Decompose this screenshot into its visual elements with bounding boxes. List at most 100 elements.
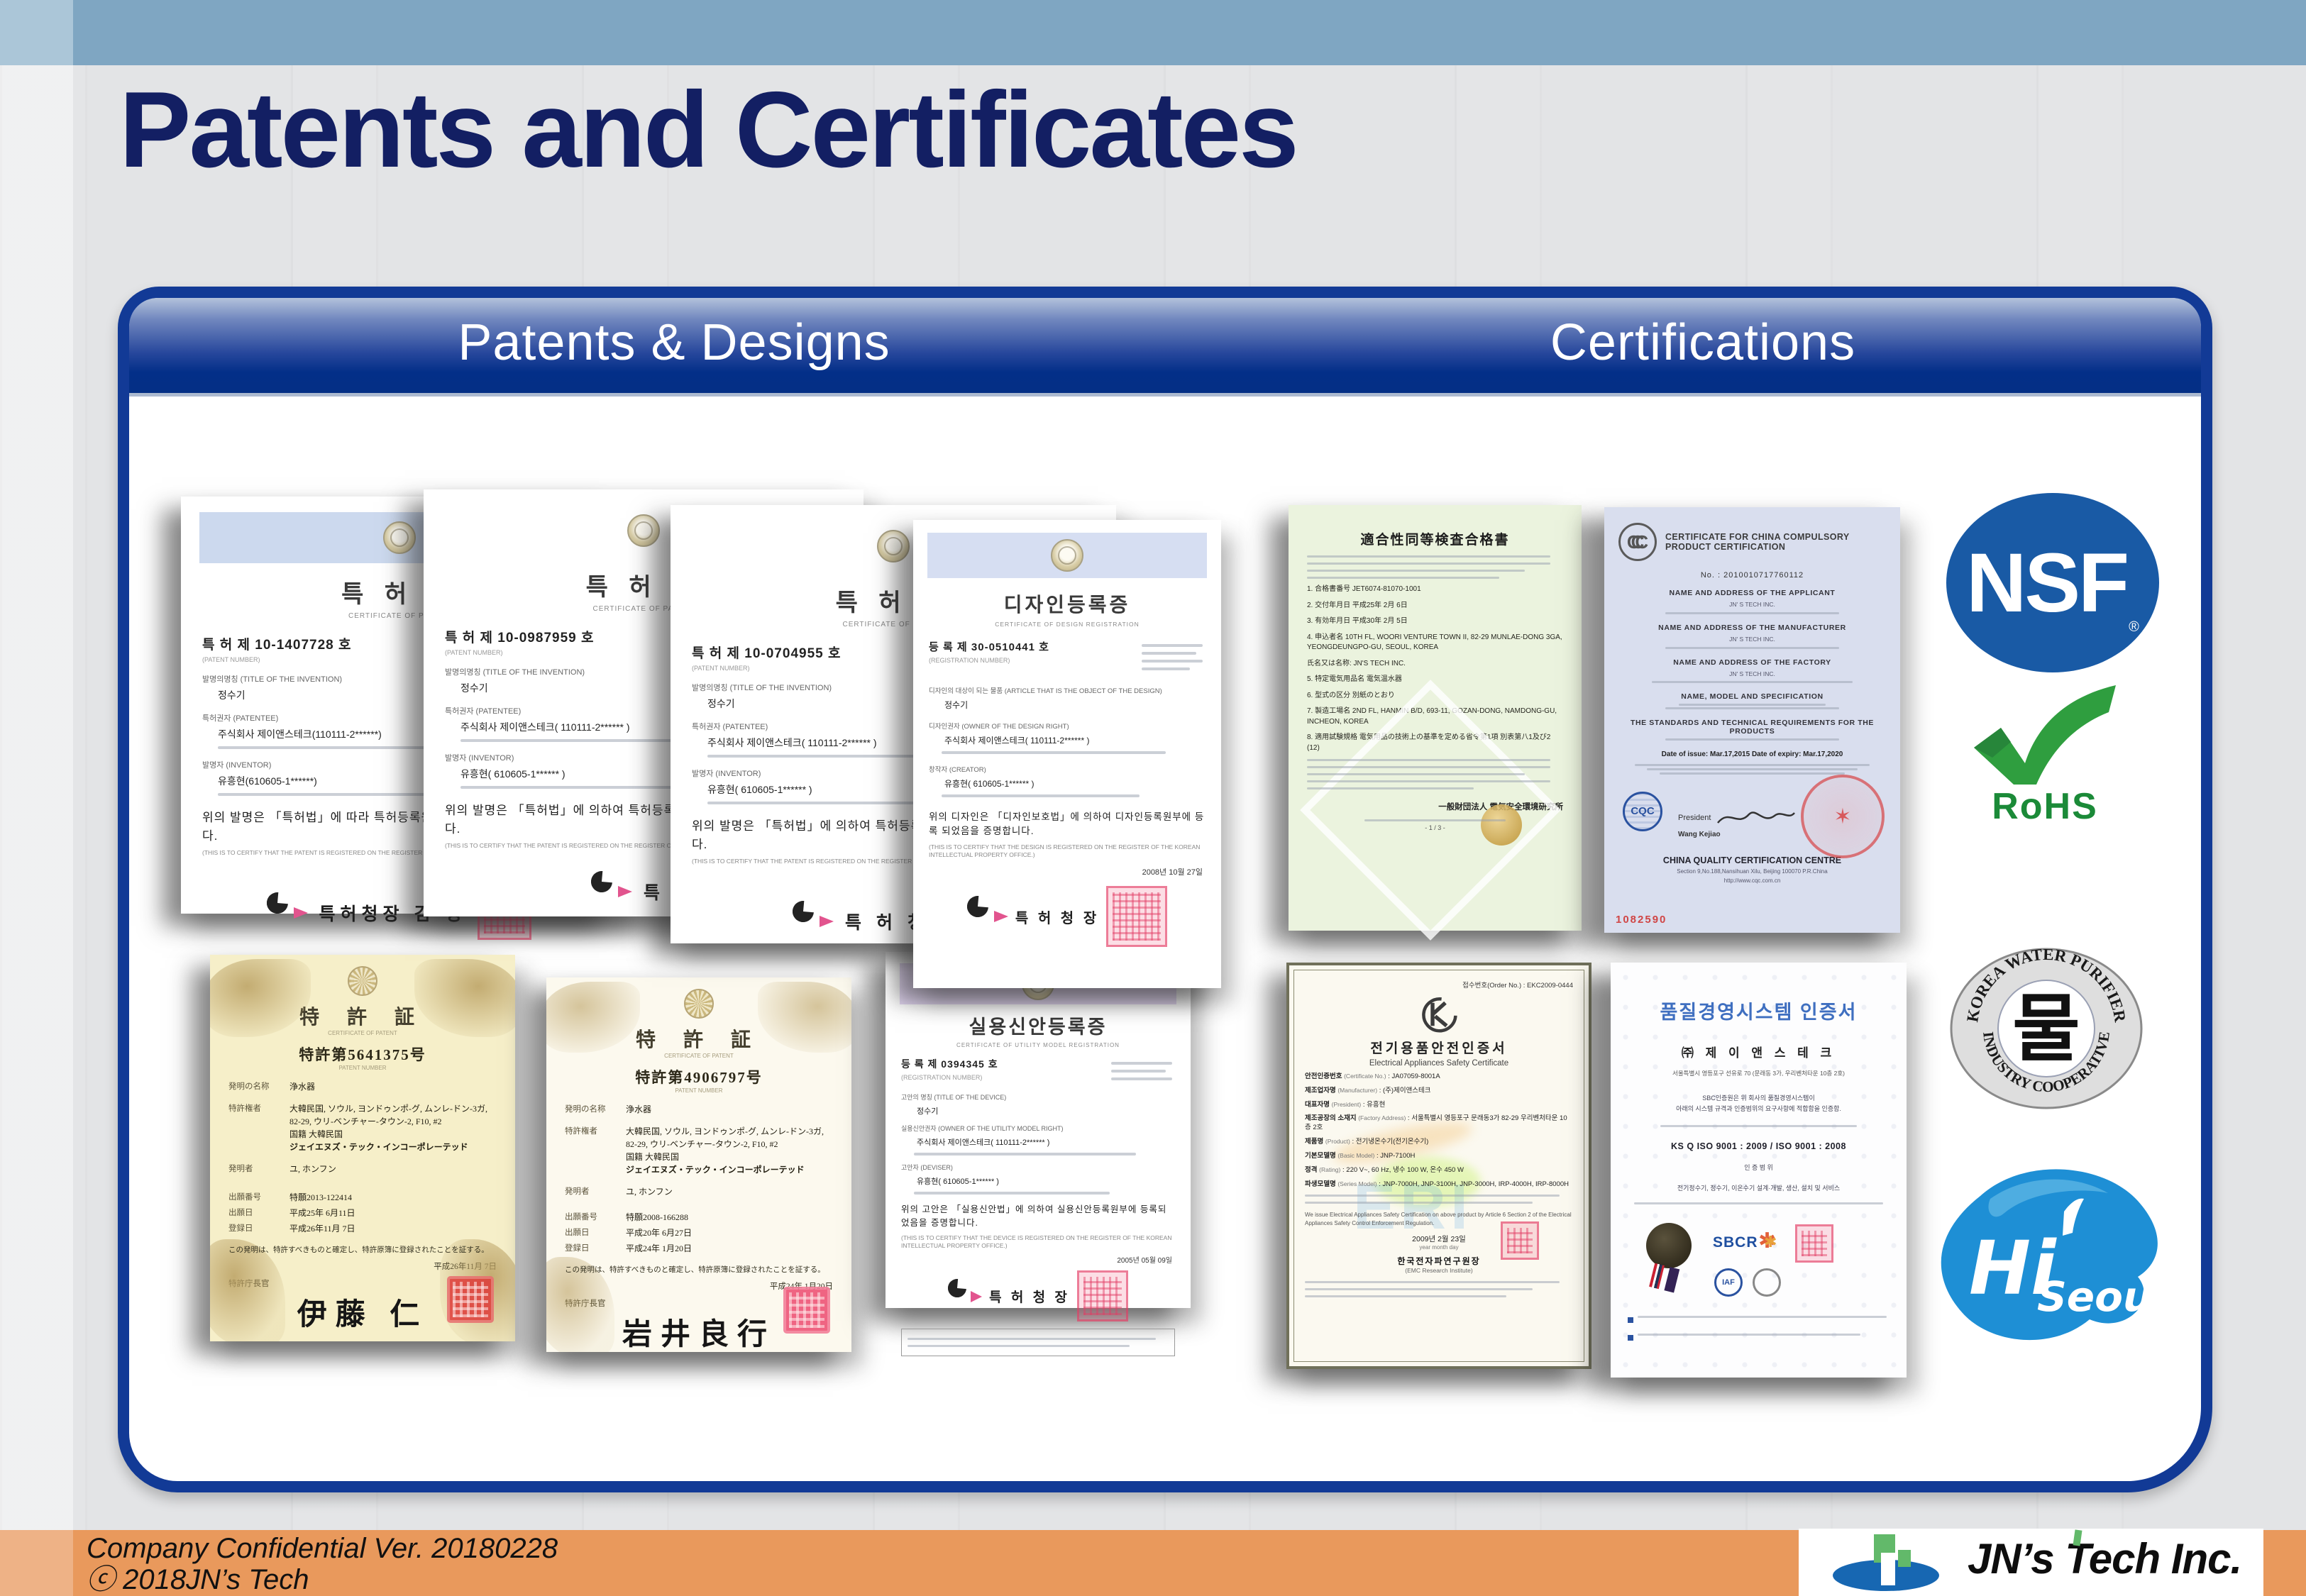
president-signature-icon — [1714, 806, 1799, 830]
accreditation-marks: SBCR ✱✱ IAF — [1628, 1223, 1890, 1308]
footnote-box — [901, 1329, 1175, 1356]
redacted-text-block — [1618, 738, 1886, 741]
footnote — [1628, 1311, 1890, 1326]
rohs-logo-text: RoHS — [1964, 785, 2126, 828]
footnote — [1628, 1329, 1890, 1343]
section-model: NAME, MODEL AND SPECIFICATION — [1618, 692, 1886, 701]
certificate-ccc-china: CCC CERTIFICATE FOR CHINA COMPULSORY PRO… — [1604, 507, 1900, 933]
field-patentee: 特許権者 大韓民国, ソウル, ヨンドゥンポ-グ, ムンレ-ドン-3ガ, 82-… — [228, 1102, 497, 1153]
confidential-note: Company Confidential Ver. 20180228 ⓒ 201… — [87, 1533, 558, 1595]
issuer-name: 특 허 청 장 — [989, 1287, 1070, 1306]
redacted-text-block — [1111, 1057, 1175, 1085]
cert-statement-en: (THIS IS TO CERTIFY THAT THE DEVICE IS R… — [886, 1234, 1191, 1251]
official-seal-icon — [1106, 886, 1167, 947]
issuer-name-en: (EMC Research Institute) — [1305, 1267, 1573, 1274]
redacted-text-block — [929, 751, 1206, 754]
cert-number: No. : 2010010717760112 — [1618, 571, 1886, 580]
standard-reference: KS Q ISO 9001 : 2009 / ISO 9001 : 2008 — [1628, 1141, 1890, 1151]
confidential-line: Company Confidential Ver. 20180228 — [87, 1533, 558, 1564]
certificate-kc-electrical-safety: ERI 접수번호(Order No.) : EKC2009-0444 전기용품안… — [1286, 963, 1591, 1369]
medal-icon — [1646, 1223, 1692, 1268]
field-president: 대표자명 (President) : 유흥현 — [1305, 1101, 1573, 1110]
official-seal-icon — [447, 1276, 494, 1323]
cert-number: 特許第4906797号 — [565, 1066, 833, 1087]
cert-number-label: PATENT NUMBER — [228, 1065, 497, 1071]
issuer-name: 특 허 청 장 — [1015, 907, 1099, 927]
cert-statement-en: (THIS IS TO CERTIFY THAT THE DESIGN IS R… — [913, 843, 1221, 860]
field-creator: 창작자 (CREATOR)유흥현( 610605-1****** ) — [913, 764, 1221, 797]
copyright-line: ⓒ 2018JN’s Tech — [87, 1564, 558, 1595]
jet-item-applicant-name: 氏名又は名称: JN'S TECH INC. — [1307, 659, 1563, 670]
chrysanthemum-emblem-icon — [348, 966, 377, 996]
field-deviser: 고안자 (DEVISER)유흥현( 610605-1****** ) — [886, 1163, 1191, 1195]
company-address: 서울특별시 영등포구 선유로 70 (문래동 3가, 우리벤처타운 10층 2호… — [1628, 1069, 1890, 1077]
redacted-text-block — [1618, 704, 1886, 709]
footer-corner-block — [0, 1530, 73, 1596]
cert-title: CERTIFICATE FOR CHINA COMPULSORY PRODUCT… — [1665, 532, 1886, 552]
section-manufacturer: NAME AND ADDRESS OF THE MANUFACTURER — [1618, 624, 1886, 632]
section-factory: NAME AND ADDRESS OF THE FACTORY — [1618, 658, 1886, 667]
field-application: 出願番号特願2013-122414 — [228, 1191, 497, 1204]
official-seal-icon — [1795, 1224, 1833, 1263]
cert-number-row: 등 록 제 30-0510441 호(REGISTRATION NUMBER) — [913, 639, 1221, 675]
national-emblem-icon — [383, 521, 416, 554]
kipo-logo-icon — [591, 871, 632, 912]
top-accent-band — [0, 0, 2306, 65]
cert-number: 특 허 제 10-0987959 호(PATENT NUMBER) — [445, 627, 594, 656]
official-seal-icon — [1077, 1270, 1128, 1321]
iaf-mark-icon: IAF — [1714, 1268, 1743, 1297]
cert-title: 디자인등록증 — [913, 589, 1221, 618]
field-title-of-invention: 発明の名称浄水器 — [228, 1080, 497, 1093]
field-registration-date: 登録日平成24年 1月20日 — [565, 1242, 833, 1255]
cert-number-row: 등 록 제 0394345 호(REGISTRATION NUMBER) — [886, 1057, 1191, 1085]
field-inventor: 発明者ユ, ホンフン — [565, 1185, 833, 1198]
cert-date: 2008년 10월 27일 — [913, 866, 1221, 877]
kc-mark-icon — [1420, 995, 1458, 1033]
cert-statement: SBC인증원은 위 회사의 품질경영시스템이아래의 시스템 규격과 인증범위의 … — [1628, 1093, 1890, 1115]
cert-number: 특 허 제 10-0704955 호(PATENT NUMBER) — [692, 643, 841, 672]
field-application: 出願番号特願2008-166288 — [565, 1211, 833, 1224]
guilloche-band — [927, 533, 1207, 578]
field-series-model: 파생모델명 (Series Model) : JNP-7000H, JNP-31… — [1305, 1180, 1573, 1190]
jet-item-expiry-date: 3. 有効年月日 平成30年 2月 5日 — [1307, 616, 1563, 627]
field-rating: 정격 (Rating) : 220 V~, 60 Hz, 냉수 100 W, 온… — [1305, 1166, 1573, 1175]
certificate-iso-9001: 품질경영시스템 인증서 ㈜ 제 이 앤 스 테 크 서울특별시 영등포구 선유로… — [1611, 963, 1907, 1378]
cert-title: 품질경영시스템 인증서 — [1628, 997, 1890, 1024]
section-label-certifications: Certifications — [1419, 314, 1987, 372]
hi-seoul-logo: Hi Seoul — [1925, 1162, 2170, 1357]
field-registration-date: 登録日平成26年11月 7日 — [228, 1222, 497, 1235]
field-utility-owner: 실용신안권자 (OWNER OF THE UTILITY MODEL RIGHT… — [886, 1124, 1191, 1156]
kipo-logo-icon — [948, 1279, 982, 1313]
certificate-jp-patent-5641375: 特 許 証 CERTIFICATE OF PATENT 特許第5641375号 … — [210, 955, 515, 1341]
certificate-jp-conformity-jet: 適合性同等検査合格書 1. 合格書番号 JET6074-81070-1001 2… — [1289, 505, 1582, 931]
certificate-kr-utility-0394345: 실용신안등록증 CERTIFICATE OF UTILITY MODEL REG… — [886, 952, 1191, 1308]
jet-item-number: 1. 合格書番号 JET6074-81070-1001 — [1307, 584, 1563, 595]
issuer-row: 특 허 청 장 — [913, 886, 1221, 947]
svg-text:Seoul: Seoul — [2037, 1273, 2167, 1321]
national-emblem-icon — [627, 514, 660, 547]
certificate-jp-patent-4906797: 特 許 証 CERTIFICATE OF PATENT 特許第4906797号 … — [546, 977, 851, 1352]
kipo-logo-icon — [967, 896, 1008, 937]
cert-title: 전기용품안전인증서 — [1305, 1038, 1573, 1057]
scope-text: 전기정수기, 정수기, 이온수기 설계·개발, 생산, 설치 및 서비스 — [1628, 1183, 1890, 1192]
cqc-logo-icon: CQC — [1623, 792, 1662, 831]
official-seal-icon — [783, 1287, 830, 1334]
applicant-name: JN' S TECH INC. — [1618, 600, 1886, 609]
certificate-kr-design-30-0510441: 디자인등록증 CERTIFICATE OF DESIGN REGISTRATIO… — [913, 520, 1221, 988]
cert-number: 등 록 제 30-0510441 호(REGISTRATION NUMBER) — [929, 639, 1049, 664]
redacted-text-block — [901, 1192, 1175, 1195]
field-basic-model: 기본모델명 (Basic Model) : JNP-7100H — [1305, 1152, 1573, 1161]
page-title: Patents and Certificates — [119, 68, 1297, 192]
section-applicant: NAME AND ADDRESS OF THE APPLICANT — [1618, 589, 1886, 597]
company-name: ㈜ 제 이 앤 스 테 크 — [1628, 1043, 1890, 1060]
scope-label: 인 증 범 위 — [1628, 1163, 1890, 1172]
nsf-logo: NSF ® — [1946, 493, 2159, 672]
issuer-row: 특 허 청 장 — [886, 1270, 1191, 1321]
issuer-address: Section 9,No.188,Nansihuan Xilu, Beijing… — [1618, 868, 1886, 875]
national-emblem-icon — [1051, 539, 1083, 572]
ccc-logo-icon: CCC — [1618, 523, 1657, 561]
manufacturer-name: JN' S TECH INC. — [1618, 635, 1886, 644]
section-standards: THE STANDARDS AND TECHNICAL REQUIREMENTS… — [1618, 719, 1886, 736]
cert-statement: 위의 고안은 「실용신안법」에 의하여 실용신안등록원부에 등록되었음을 증명합… — [886, 1203, 1191, 1230]
president-label: President Wang Kejiao — [1678, 806, 1799, 838]
